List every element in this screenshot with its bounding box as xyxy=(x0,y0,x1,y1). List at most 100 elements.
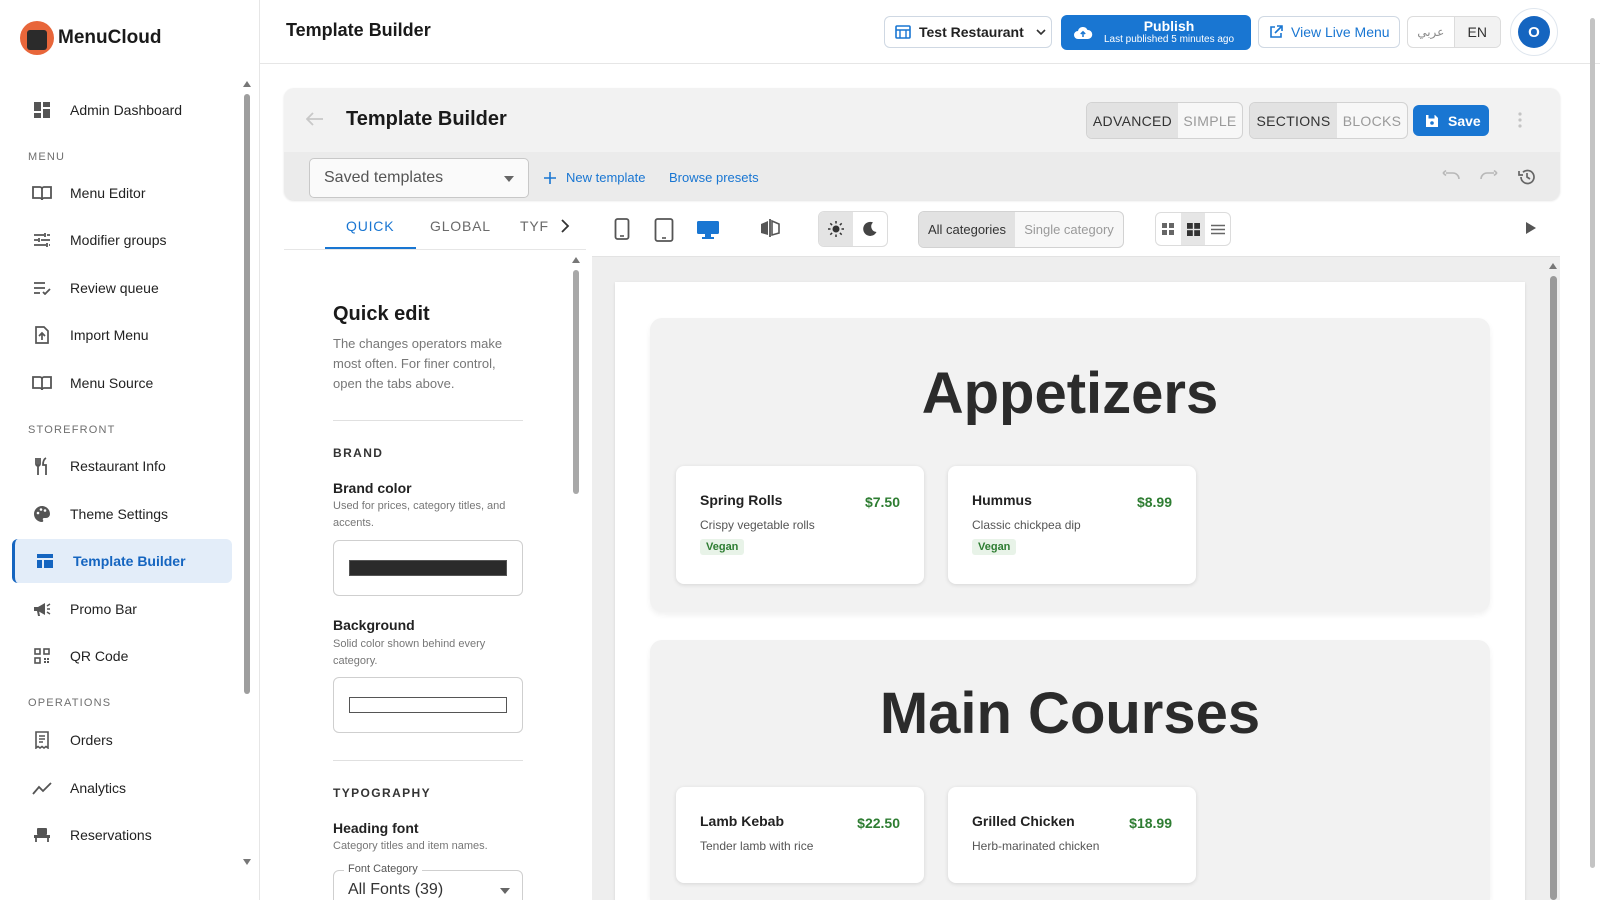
layout-grid-button[interactable] xyxy=(1180,213,1206,245)
restaurant-select[interactable]: Test Restaurant xyxy=(884,16,1052,48)
seat-icon xyxy=(28,827,56,843)
sidebar-item-reservations[interactable]: Reservations xyxy=(12,813,232,857)
desktop-icon[interactable] xyxy=(696,220,720,240)
chevron-right-icon[interactable] xyxy=(560,219,570,233)
item-tag: Vegan xyxy=(972,539,1017,555)
panel-scrollbar[interactable] xyxy=(572,256,580,900)
view-live-menu-button[interactable]: View Live Menu xyxy=(1258,16,1400,48)
typography-section-heading: TYPOGRAPHY xyxy=(333,786,432,800)
sidebar-item-label: Restaurant Info xyxy=(70,458,166,474)
new-template-button[interactable]: New template xyxy=(544,170,645,185)
sidebar-item-theme-settings[interactable]: Theme Settings xyxy=(12,492,232,536)
background-color-picker[interactable] xyxy=(333,677,523,733)
item-price: $22.50 xyxy=(857,815,900,831)
item-description: Tender lamb with rice xyxy=(700,839,814,853)
tune-icon xyxy=(28,232,56,248)
layout-list-button[interactable] xyxy=(1205,213,1230,245)
sidebar-scrollbar[interactable] xyxy=(242,80,252,866)
sidebar-item-label: Analytics xyxy=(70,780,127,796)
scrollbar-thumb[interactable] xyxy=(573,270,579,494)
sidebar-item-qr-code[interactable]: QR Code xyxy=(12,634,232,678)
cloud-upload-icon xyxy=(1074,26,1093,39)
item-price: $7.50 xyxy=(864,494,900,510)
brand[interactable]: MenuCloud xyxy=(20,18,161,58)
menu-item-card[interactable]: Hummus $8.99 Classic chickpea dip Vegan xyxy=(948,466,1196,584)
view-live-menu-label: View Live Menu xyxy=(1291,24,1390,40)
menu-item-card[interactable]: Lamb Kebab $22.50 Tender lamb with rice xyxy=(676,787,924,883)
history-icon[interactable] xyxy=(1518,168,1536,186)
publish-button[interactable]: Publish Last published 5 minutes ago xyxy=(1061,15,1251,50)
background-color-swatch xyxy=(349,697,507,713)
sidebar-item-label: Modifier groups xyxy=(70,232,167,248)
menu-item-card[interactable]: Spring Rolls $7.50 Crispy vegetable roll… xyxy=(676,466,924,584)
saved-templates-select[interactable]: Saved templates xyxy=(309,158,529,198)
font-category-select[interactable]: Font Category All Fonts (39) xyxy=(333,863,523,900)
tab-quick[interactable]: QUICK xyxy=(346,218,394,234)
background-description: Solid color shown behind every category. xyxy=(333,638,486,667)
brand-color-picker[interactable] xyxy=(333,540,523,596)
checklist-icon xyxy=(28,281,56,295)
mobile-icon[interactable] xyxy=(614,218,630,240)
sidebar-item-label: Theme Settings xyxy=(70,506,169,522)
grid-icon xyxy=(1186,222,1200,236)
theme-toggle xyxy=(818,211,888,247)
sidebar-item-template-builder[interactable]: Template Builder xyxy=(12,539,232,583)
tablet-icon[interactable] xyxy=(654,218,674,242)
scroll-up-icon[interactable] xyxy=(572,256,580,263)
sidebar-item-menu-source[interactable]: Menu Source xyxy=(12,361,232,405)
save-button[interactable]: Save xyxy=(1413,105,1489,136)
view-blocks-button[interactable]: BLOCKS xyxy=(1337,103,1407,138)
single-category-button[interactable]: Single category xyxy=(1015,212,1123,247)
user-avatar-button[interactable]: O xyxy=(1510,8,1558,56)
scrollbar-thumb[interactable] xyxy=(1550,276,1557,900)
more-options-icon[interactable] xyxy=(1518,112,1522,128)
sidebar-item-restaurant-info[interactable]: Restaurant Info xyxy=(12,444,232,488)
scroll-down-icon[interactable] xyxy=(242,858,252,866)
language-toggle: عربي EN xyxy=(1407,16,1501,48)
menu-item-card[interactable]: Grilled Chicken $18.99 Herb-marinated ch… xyxy=(948,787,1196,883)
sidebar-item-promo-bar[interactable]: Promo Bar xyxy=(12,587,232,631)
preview-scrollbar[interactable] xyxy=(1548,262,1558,900)
sidebar-item-analytics[interactable]: Analytics xyxy=(12,766,232,810)
undo-icon[interactable] xyxy=(1442,170,1460,180)
sidebar-item-admin-dashboard[interactable]: Admin Dashboard xyxy=(12,88,232,132)
sidebar-item-label: Template Builder xyxy=(73,553,186,569)
layout-compact-grid-button[interactable] xyxy=(1156,213,1181,245)
scroll-up-icon[interactable] xyxy=(242,80,252,88)
scroll-up-icon[interactable] xyxy=(1548,262,1558,269)
mode-simple-button[interactable]: SIMPLE xyxy=(1178,103,1242,138)
light-mode-button[interactable] xyxy=(819,212,853,246)
scrollbar-thumb[interactable] xyxy=(1590,18,1595,868)
book-icon xyxy=(28,375,56,391)
split-view-icon[interactable] xyxy=(760,218,780,238)
scrollbar-thumb[interactable] xyxy=(244,94,250,694)
sidebar-item-orders[interactable]: Orders xyxy=(12,718,232,762)
sidebar-item-review-queue[interactable]: Review queue xyxy=(12,266,232,310)
tab-global[interactable]: GLOBAL xyxy=(430,218,491,234)
save-icon xyxy=(1426,114,1438,127)
mode-advanced-button[interactable]: ADVANCED xyxy=(1087,103,1178,138)
sidebar-item-modifier-groups[interactable]: Modifier groups xyxy=(12,218,232,262)
brand-color-swatch xyxy=(349,560,507,576)
quick-edit-title: Quick edit xyxy=(333,303,430,325)
font-category-label: Font Category xyxy=(344,863,422,875)
item-name: Spring Rolls xyxy=(700,492,783,508)
sidebar-item-menu-editor[interactable]: Menu Editor xyxy=(12,171,232,215)
window-scrollbar[interactable] xyxy=(1588,0,1596,880)
view-sections-button[interactable]: SECTIONS xyxy=(1250,103,1337,138)
plus-icon xyxy=(544,171,556,184)
dark-mode-button[interactable] xyxy=(853,212,887,246)
sidebar-item-import-menu[interactable]: Import Menu xyxy=(12,313,232,357)
lang-english-button[interactable]: EN xyxy=(1454,17,1500,47)
item-price: $8.99 xyxy=(1136,494,1172,510)
lang-arabic-button[interactable]: عربي xyxy=(1408,17,1455,47)
new-template-label: New template xyxy=(566,170,646,185)
browse-presets-link[interactable]: Browse presets xyxy=(669,170,759,185)
redo-icon[interactable] xyxy=(1480,170,1498,180)
tab-typography[interactable]: TYF xyxy=(520,218,548,234)
all-categories-button[interactable]: All categories xyxy=(919,212,1015,247)
editor-mode-toggle: ADVANCED SIMPLE xyxy=(1086,102,1243,139)
back-arrow-icon[interactable] xyxy=(306,112,324,126)
sidebar-item-label: Promo Bar xyxy=(70,601,137,617)
play-preview-icon[interactable] xyxy=(1525,221,1537,235)
